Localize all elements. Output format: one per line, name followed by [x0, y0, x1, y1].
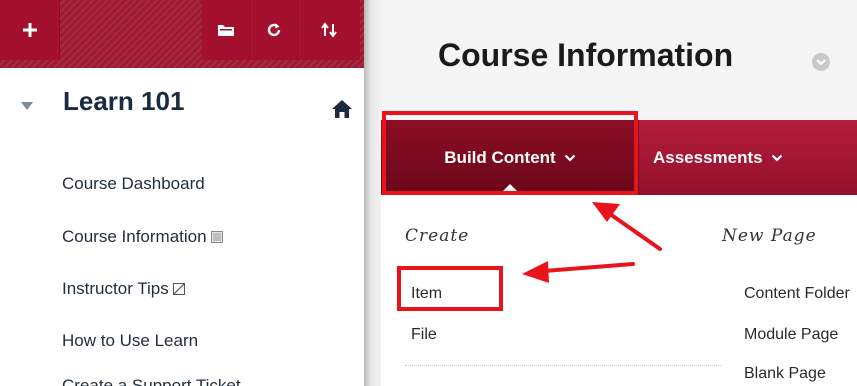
hidden-content-icon	[210, 231, 223, 243]
sidebar-divider[interactable]	[364, 0, 381, 386]
course-title-row: Learn 101	[0, 78, 364, 138]
menu-item-module-page[interactable]: Module Page	[744, 326, 838, 344]
reorder-arrows-icon	[321, 22, 337, 38]
assessments-label: Assessments	[653, 147, 763, 167]
nav-item-label: Instructor Tips	[62, 279, 169, 298]
menu-item-content-folder[interactable]: Content Folder	[744, 285, 850, 303]
menu-item-file[interactable]: File	[411, 326, 437, 344]
refresh-button[interactable]	[250, 0, 298, 60]
folder-icon	[217, 25, 234, 36]
chevron-down-icon	[771, 154, 782, 162]
build-content-label: Build Content	[444, 147, 556, 167]
chevron-down-icon	[564, 154, 575, 162]
refresh-icon	[267, 23, 280, 37]
action-bar: Build Content Assessments	[381, 120, 857, 196]
nav-item-instructor-tips[interactable]: Instructor Tips	[62, 279, 185, 299]
nav-item-label: Create a Support Ticket	[62, 376, 241, 386]
nav-item-course-information[interactable]: Course Information	[62, 227, 223, 247]
content-area: Course Information Build Content Assessm…	[381, 0, 857, 386]
assessments-button[interactable]: Assessments	[653, 120, 853, 195]
new-page-heading: New Page	[722, 226, 817, 246]
page-title: Course Information	[438, 37, 734, 73]
add-menu-item-button[interactable]	[0, 0, 60, 60]
nav-item-create-support-ticket[interactable]: Create a Support Ticket	[62, 376, 241, 386]
nav-item-label: Course Information	[62, 227, 207, 246]
nav-item-how-to-use-learn[interactable]: How to Use Learn	[62, 331, 198, 351]
course-menu-sidebar: Learn 101 Course Dashboard Course Inform…	[0, 0, 364, 386]
menu-item-item[interactable]: Item	[411, 285, 442, 303]
folder-view-button[interactable]	[202, 0, 250, 60]
course-menu-toolbar	[0, 0, 364, 68]
divider	[405, 365, 721, 366]
build-content-menu: Create New Page Item File Content Folder…	[381, 195, 857, 386]
nav-item-label: Course Dashboard	[62, 174, 205, 193]
plus-icon	[22, 23, 37, 37]
nav-item-label: How to Use Learn	[62, 331, 199, 350]
home-icon[interactable]	[331, 99, 353, 119]
create-heading: Create	[405, 226, 470, 246]
chevron-down-icon[interactable]	[811, 52, 831, 72]
collapse-triangle-icon[interactable]	[20, 99, 34, 113]
nav-item-course-dashboard[interactable]: Course Dashboard	[62, 174, 205, 194]
reorder-button[interactable]	[298, 0, 360, 60]
course-title[interactable]: Learn 101	[63, 86, 184, 117]
hidden-from-students-icon	[172, 283, 185, 295]
menu-item-blank-page[interactable]: Blank Page	[744, 365, 826, 383]
build-content-button[interactable]: Build Content	[381, 120, 639, 196]
